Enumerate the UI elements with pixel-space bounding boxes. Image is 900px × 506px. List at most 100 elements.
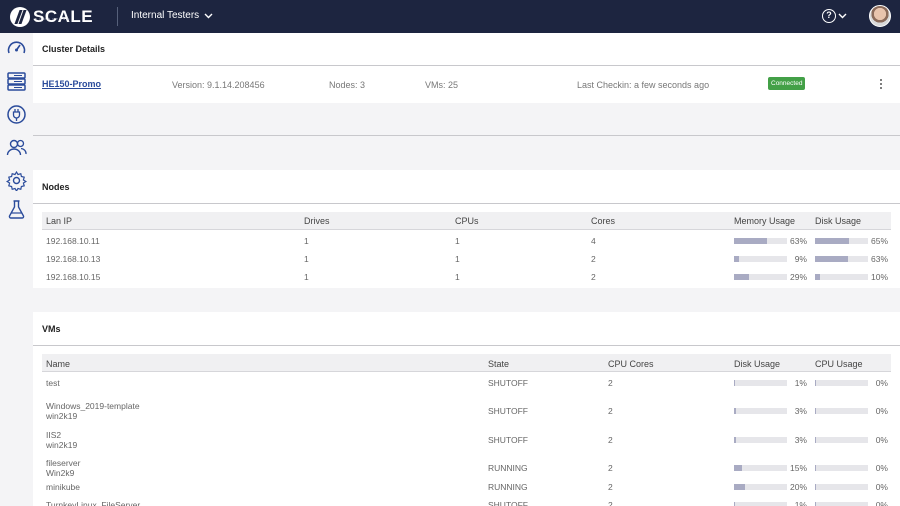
vm-state: SHUTOFF xyxy=(488,500,528,506)
node-cores: 2 xyxy=(591,272,596,282)
vm-cpu-usage-percent: 0% xyxy=(875,463,888,473)
user-avatar[interactable] xyxy=(869,5,891,27)
vms-table-header: Name State CPU Cores Disk Usage CPU Usag… xyxy=(42,354,891,372)
dashboard-gauge-icon[interactable] xyxy=(6,38,27,59)
column-header-cores[interactable]: Cores xyxy=(591,216,615,226)
vm-os: win2k19 xyxy=(46,411,78,421)
column-header-disk-usage[interactable]: Disk Usage xyxy=(815,216,861,226)
vm-disk-usage-bar xyxy=(734,437,787,443)
cluster-vm-count: VMs: 25 xyxy=(425,80,459,90)
vm-cpu-usage-bar-fill xyxy=(815,408,816,414)
vm-cpu-usage-bar-fill xyxy=(815,465,816,471)
vm-cpu-usage-bar xyxy=(815,465,868,471)
divider xyxy=(33,203,900,204)
column-header-name[interactable]: Name xyxy=(46,359,70,369)
nodes-title: Nodes xyxy=(42,182,70,192)
column-header-memory-usage[interactable]: Memory Usage xyxy=(734,216,795,226)
node-lan-ip: 192.168.10.11 xyxy=(46,236,100,246)
vm-cpu-usage-bar xyxy=(815,484,868,490)
node-disk-usage-bar xyxy=(815,274,868,280)
organization-name: Internal Testers xyxy=(131,10,200,21)
node-memory-usage-bar xyxy=(734,238,787,244)
vm-cpu-usage-bar xyxy=(815,408,868,414)
vm-name[interactable]: fileserver xyxy=(46,458,80,468)
node-drives: 1 xyxy=(304,254,309,264)
vm-disk-usage-bar-fill xyxy=(734,408,736,414)
node-memory-usage-percent: 63% xyxy=(789,236,807,246)
status-badge: Connected xyxy=(768,77,806,90)
vm-state: SHUTOFF xyxy=(488,406,528,416)
node-lan-ip: 192.168.10.13 xyxy=(46,254,101,264)
node-memory-usage-bar-fill xyxy=(734,274,750,280)
vm-os: Win2k9 xyxy=(46,468,75,478)
chevron-down-icon xyxy=(204,13,213,18)
vm-cpu-usage-bar-fill xyxy=(815,502,816,506)
vm-cpu-cores: 2 xyxy=(608,482,613,492)
column-header-lan-ip[interactable]: Lan IP xyxy=(46,216,72,226)
node-disk-usage-bar xyxy=(815,238,868,244)
flask-icon[interactable] xyxy=(6,199,27,220)
vms-title: VMs xyxy=(42,324,61,334)
node-memory-usage-bar-fill xyxy=(734,256,739,262)
column-header-drives[interactable]: Drives xyxy=(304,216,330,226)
vm-disk-usage-bar xyxy=(734,380,787,386)
vm-disk-usage-bar xyxy=(734,408,787,414)
top-navigation-bar: SCALE COMPUTING Internal Testers ? xyxy=(0,0,900,33)
vm-disk-usage-percent: 1% xyxy=(794,500,807,506)
vm-disk-usage-bar-fill xyxy=(734,484,745,490)
node-cores: 2 xyxy=(591,254,596,264)
vm-cpu-usage-percent: 0% xyxy=(875,482,888,492)
vm-disk-usage-bar-fill xyxy=(734,380,735,386)
column-header-disk-usage[interactable]: Disk Usage xyxy=(734,359,780,369)
vm-disk-usage-percent: 20% xyxy=(789,482,807,492)
vm-name[interactable]: minikube xyxy=(46,482,80,492)
node-cores: 4 xyxy=(591,236,596,246)
cluster-name-link[interactable]: HE150-Promo xyxy=(42,79,101,89)
nodes-table-header: Lan IP Drives CPUs Cores Memory Usage Di… xyxy=(42,212,891,230)
vm-name[interactable]: IIS2 xyxy=(46,430,61,440)
more-options-icon[interactable] xyxy=(877,77,885,91)
node-disk-usage-bar-fill xyxy=(815,256,849,262)
vm-cpu-usage-bar xyxy=(815,437,868,443)
divider xyxy=(33,345,900,346)
node-lan-ip: 192.168.10.15 xyxy=(46,272,101,282)
vm-disk-usage-bar xyxy=(734,465,787,471)
vm-name[interactable]: TurnkeyLinux_FileServer xyxy=(46,500,140,506)
vm-name[interactable]: Windows_2019-template xyxy=(46,401,140,411)
node-disk-usage-bar xyxy=(815,256,868,262)
cluster-details-header: Cluster Details xyxy=(33,33,900,66)
vm-cpu-usage-bar xyxy=(815,380,868,386)
node-memory-usage-bar xyxy=(734,256,787,262)
sidebar xyxy=(0,33,33,506)
server-stack-icon[interactable] xyxy=(6,71,27,92)
column-header-cpu-usage[interactable]: CPU Usage xyxy=(815,359,863,369)
node-memory-usage-bar xyxy=(734,274,787,280)
vm-disk-usage-bar xyxy=(734,484,787,490)
column-header-cpus[interactable]: CPUs xyxy=(455,216,479,226)
vm-name[interactable]: test xyxy=(46,378,60,388)
vm-cpu-cores: 2 xyxy=(608,500,613,506)
vm-cpu-usage-percent: 0% xyxy=(875,500,888,506)
node-memory-usage-bar-fill xyxy=(734,238,768,244)
help-menu-button[interactable]: ? xyxy=(822,9,847,23)
users-icon[interactable] xyxy=(6,137,27,158)
power-plug-icon[interactable] xyxy=(6,104,27,125)
node-drives: 1 xyxy=(304,272,309,282)
vm-disk-usage-bar-fill xyxy=(734,437,736,443)
vm-disk-usage-percent: 1% xyxy=(794,378,807,388)
vm-cpu-usage-bar-fill xyxy=(815,437,816,443)
node-drives: 1 xyxy=(304,236,309,246)
vm-disk-usage-percent: 3% xyxy=(794,406,807,416)
gear-icon[interactable] xyxy=(6,170,27,191)
organization-selector[interactable]: Internal Testers xyxy=(131,10,213,21)
column-header-cpu-cores[interactable]: CPU Cores xyxy=(608,359,654,369)
node-cpus: 1 xyxy=(455,254,460,264)
vm-state: SHUTOFF xyxy=(488,378,528,388)
vm-cpu-cores: 2 xyxy=(608,378,613,388)
column-header-state[interactable]: State xyxy=(488,359,509,369)
chevron-down-icon xyxy=(838,13,847,19)
vm-state: RUNNING xyxy=(488,463,528,473)
divider xyxy=(33,135,900,136)
cluster-node-count: Nodes: 3 xyxy=(329,80,366,90)
node-memory-usage-percent: 29% xyxy=(789,272,807,282)
